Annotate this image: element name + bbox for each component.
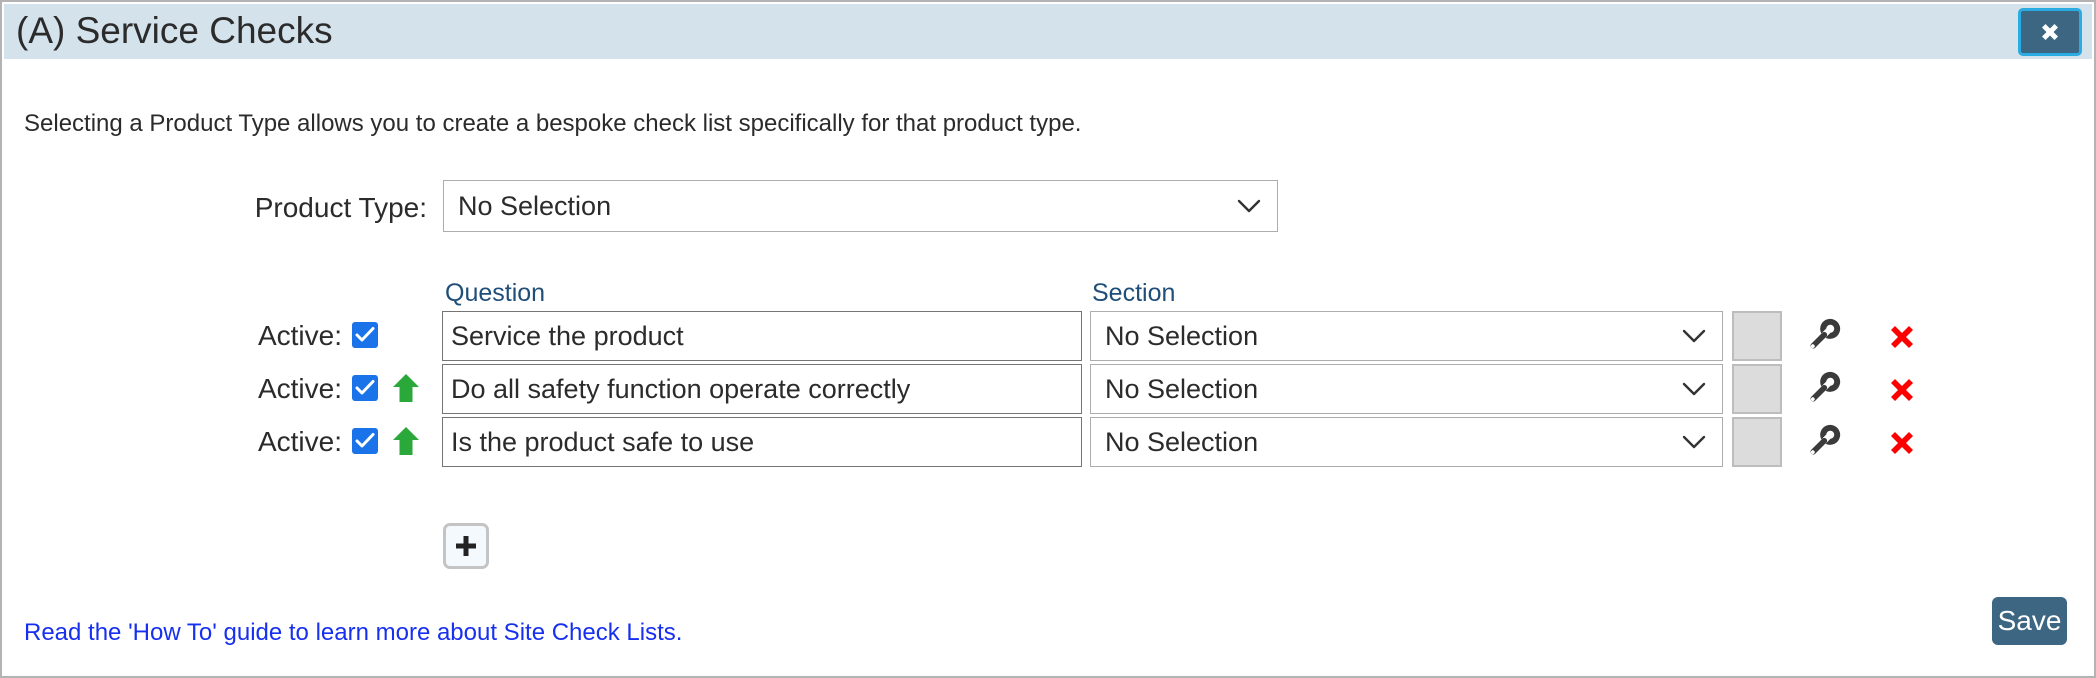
table-row: Active: No Selection xyxy=(2,413,2094,471)
section-select[interactable]: No Selection xyxy=(1090,364,1723,414)
chevron-down-icon xyxy=(1237,199,1261,213)
close-button[interactable] xyxy=(2018,8,2082,56)
blank-action-button[interactable] xyxy=(1732,417,1782,467)
product-type-value: No Selection xyxy=(458,190,612,221)
dialog-title: (A) Service Checks xyxy=(16,10,333,51)
checkmark-icon xyxy=(355,433,375,448)
settings-button[interactable] xyxy=(1802,423,1842,463)
active-checkbox[interactable] xyxy=(352,375,378,401)
arrow-up-icon xyxy=(393,374,419,402)
table-row: Active: No Selection xyxy=(2,360,2094,418)
column-header-question: Question xyxy=(445,279,546,307)
red-x-icon xyxy=(1891,379,1913,401)
red-x-icon xyxy=(1891,326,1913,348)
active-checkbox[interactable] xyxy=(352,322,378,348)
question-input[interactable] xyxy=(442,417,1082,467)
blank-action-button[interactable] xyxy=(1732,364,1782,414)
active-label: Active: xyxy=(257,320,342,351)
wrench-icon xyxy=(1810,371,1841,402)
section-value: No Selection xyxy=(1105,373,1259,404)
intro-text: Selecting a Product Type allows you to c… xyxy=(24,110,1082,137)
plus-icon xyxy=(456,536,476,556)
dialog-titlebar: (A) Service Checks xyxy=(4,4,2092,59)
settings-button[interactable] xyxy=(1802,317,1842,357)
active-label: Active: xyxy=(257,373,342,404)
chevron-down-icon xyxy=(1682,435,1706,449)
delete-row-button[interactable] xyxy=(1884,372,1920,408)
active-label: Active: xyxy=(257,426,342,457)
question-input[interactable] xyxy=(442,311,1082,361)
section-select[interactable]: No Selection xyxy=(1090,417,1723,467)
product-type-select[interactable]: No Selection xyxy=(443,180,1278,232)
delete-row-button[interactable] xyxy=(1884,425,1920,461)
section-value: No Selection xyxy=(1105,320,1259,351)
wrench-icon xyxy=(1810,318,1841,349)
move-up-arrow-button[interactable] xyxy=(391,372,421,404)
table-row: Active: No Selection xyxy=(2,307,2094,365)
wrench-icon xyxy=(1810,424,1841,455)
save-button[interactable]: Save xyxy=(1992,597,2067,645)
blank-action-button[interactable] xyxy=(1732,311,1782,361)
red-x-icon xyxy=(1891,432,1913,454)
question-input[interactable] xyxy=(442,364,1082,414)
checkmark-icon xyxy=(355,380,375,395)
move-up-arrow-button[interactable] xyxy=(391,425,421,457)
active-checkbox[interactable] xyxy=(352,428,378,454)
how-to-guide-link[interactable]: Read the 'How To' guide to learn more ab… xyxy=(24,619,682,647)
chevron-down-icon xyxy=(1682,329,1706,343)
service-checks-dialog: (A) Service Checks Selecting a Product T… xyxy=(0,0,2096,678)
section-value: No Selection xyxy=(1105,426,1259,457)
chevron-down-icon xyxy=(1682,382,1706,396)
delete-row-button[interactable] xyxy=(1884,319,1920,355)
checkmark-icon xyxy=(355,327,375,342)
product-type-label: Product Type: xyxy=(254,192,427,223)
close-icon xyxy=(2042,24,2058,40)
column-header-section: Section xyxy=(1092,279,1176,307)
section-select[interactable]: No Selection xyxy=(1090,311,1723,361)
settings-button[interactable] xyxy=(1802,370,1842,410)
arrow-up-icon xyxy=(393,427,419,455)
add-row-button[interactable] xyxy=(443,523,489,569)
